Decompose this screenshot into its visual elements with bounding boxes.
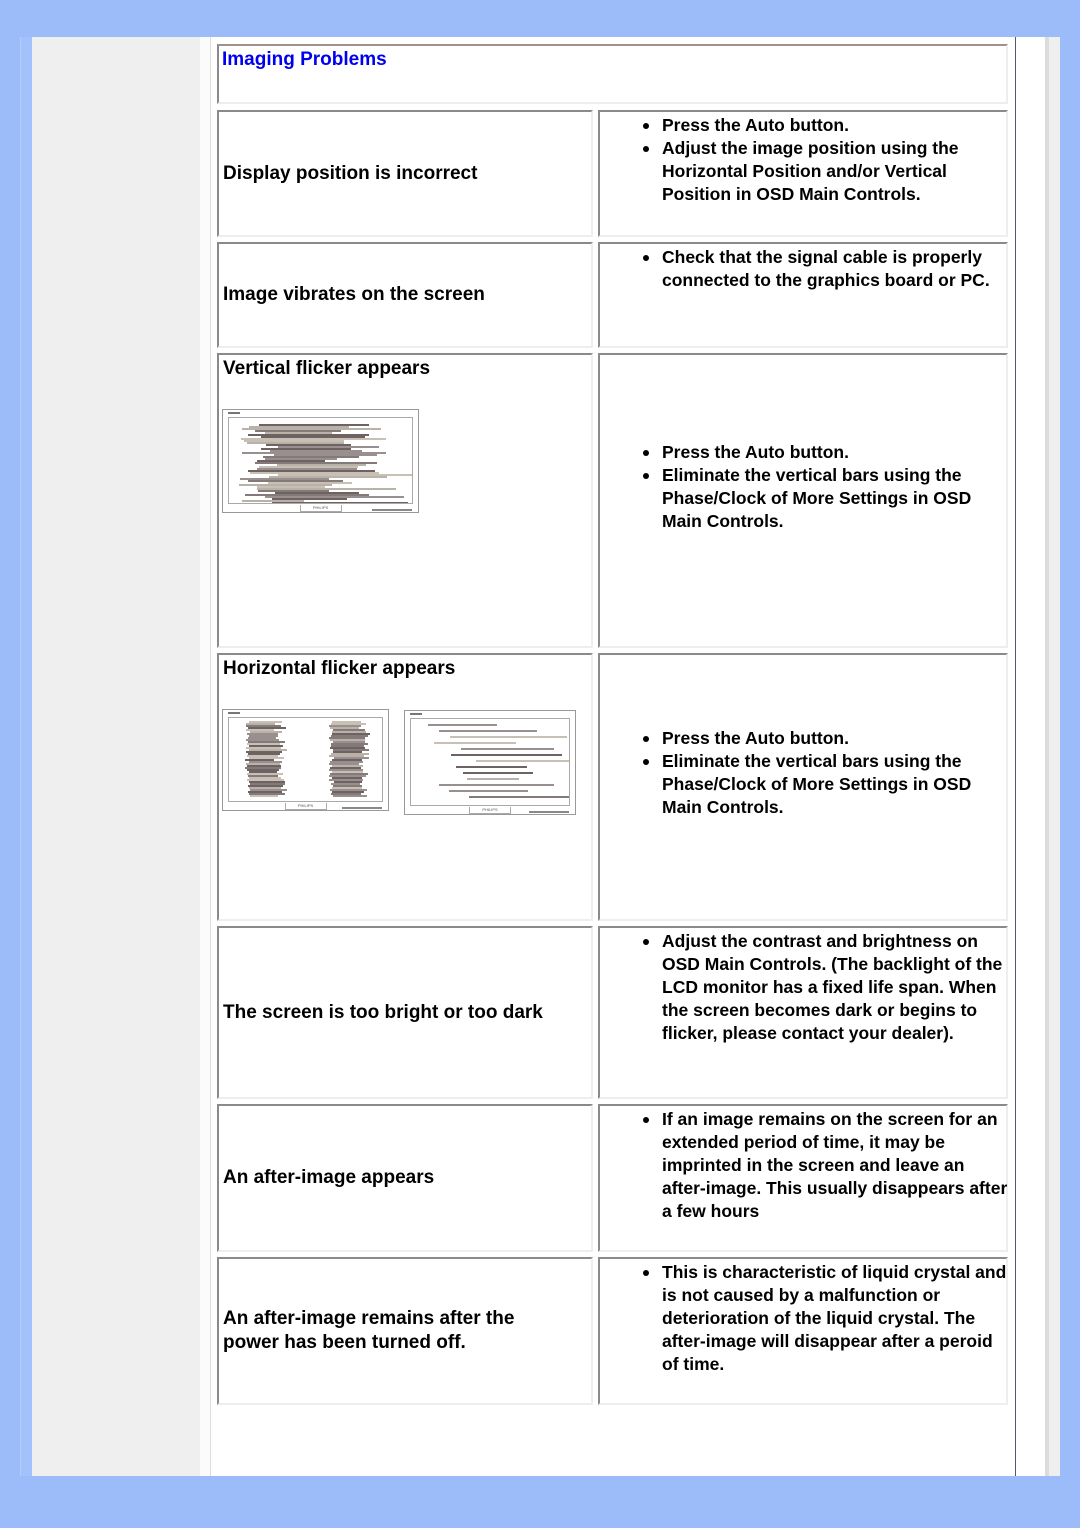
problem-label: Horizontal flicker appears xyxy=(223,658,456,679)
flicker-bar xyxy=(460,748,555,750)
problem-label: Vertical flicker appears xyxy=(223,358,431,379)
problem-cell: An after-image remains after the power h… xyxy=(217,1257,593,1405)
solution-list: Adjust the contrast and brightness on OS… xyxy=(640,930,1012,1045)
flicker-bar xyxy=(449,790,529,792)
problem-label: An after-image remains after the power h… xyxy=(223,1308,515,1353)
solution-item: Press the Auto button. xyxy=(643,441,1012,464)
solution-list: If an image remains on the screen for an… xyxy=(640,1108,1012,1223)
solution-list: Press the Auto button. Eliminate the ver… xyxy=(640,441,1012,533)
solution-cell: Press the Auto button. Eliminate the ver… xyxy=(598,653,1008,921)
monitor-brand: PHILIPS xyxy=(469,807,511,814)
solution-item: Check that the signal cable is properly … xyxy=(643,246,1012,292)
flicker-bar xyxy=(463,772,533,774)
solution-item: Press the Auto button. xyxy=(643,114,1012,137)
solution-list: Press the Auto button. Adjust the image … xyxy=(640,114,1012,206)
solution-list: Press the Auto button. Eliminate the ver… xyxy=(640,727,1012,819)
right-gutter xyxy=(1016,37,1045,1476)
problem-cell: Vertical flicker appears PHILIPS xyxy=(217,353,593,648)
solution-item: This is characteristic of liquid crystal… xyxy=(643,1261,1012,1376)
solution-cell: This is characteristic of liquid crystal… xyxy=(598,1257,1008,1405)
monitor-label xyxy=(410,713,422,715)
problem-cell: Display position is incorrect xyxy=(217,110,593,237)
solution-item: Adjust the contrast and brightness on OS… xyxy=(643,930,1012,1045)
page-title: Imaging Problems xyxy=(222,49,387,70)
solution-item: Eliminate the vertical bars using the Ph… xyxy=(643,750,1012,819)
problem-label: An after-image appears xyxy=(223,1167,435,1188)
flicker-bar xyxy=(333,795,367,797)
solution-item: If an image remains on the screen for an… xyxy=(643,1108,1012,1223)
flicker-bar xyxy=(272,502,409,503)
flicker-bar xyxy=(428,724,497,726)
monitor-screen xyxy=(228,417,413,504)
monitor-controls xyxy=(529,811,569,813)
left-navigation-panel xyxy=(32,37,200,1476)
flicker-bar xyxy=(456,766,527,768)
flicker-bar xyxy=(438,784,554,786)
solution-cell: Adjust the contrast and brightness on OS… xyxy=(598,926,1008,1099)
monitor-brand: PHILIPS xyxy=(299,505,342,512)
monitor-screen xyxy=(228,717,383,802)
flicker-bar xyxy=(475,760,569,762)
left-gutter xyxy=(200,37,211,1476)
monitor-label xyxy=(228,412,240,414)
solution-cell: Press the Auto button. Adjust the image … xyxy=(598,110,1008,237)
monitor-label xyxy=(228,712,240,714)
monitor-horizontal-flicker-illustration-1: PHILIPS xyxy=(222,709,389,811)
solution-cell: Check that the signal cable is properly … xyxy=(598,242,1008,348)
flicker-bar xyxy=(438,730,538,732)
problem-label: Image vibrates on the screen xyxy=(223,284,485,305)
solution-item: Press the Auto button. xyxy=(643,727,1012,750)
monitor-controls xyxy=(372,509,412,511)
flicker-bar xyxy=(466,778,519,780)
problem-cell: An after-image appears xyxy=(217,1104,593,1252)
solution-item: Adjust the image position using the Hori… xyxy=(643,137,1012,206)
flicker-bar xyxy=(469,796,569,798)
solution-list: This is characteristic of liquid crystal… xyxy=(640,1261,1012,1376)
flicker-bar xyxy=(450,736,567,738)
monitor-brand: PHILIPS xyxy=(284,803,327,810)
right-scroll-strip xyxy=(1045,37,1060,1476)
solution-list: Check that the signal cable is properly … xyxy=(640,246,1012,292)
solution-cell: Press the Auto button. Eliminate the ver… xyxy=(598,353,1008,648)
problem-label: The screen is too bright or too dark xyxy=(223,1001,543,1023)
monitor-screen xyxy=(410,718,570,806)
problem-cell: Horizontal flicker appears PHILIPS PHILI… xyxy=(217,653,593,921)
solution-cell: If an image remains on the screen for an… xyxy=(598,1104,1008,1252)
flicker-bar xyxy=(450,754,563,756)
monitor-horizontal-flicker-illustration-2: PHILIPS xyxy=(404,710,576,815)
solution-item: Eliminate the vertical bars using the Ph… xyxy=(643,464,1012,533)
problem-label: Display position is incorrect xyxy=(223,162,478,184)
section-header: Imaging Problems xyxy=(217,44,1008,104)
flicker-bar xyxy=(249,795,278,797)
problem-cell: The screen is too bright or too dark xyxy=(217,926,593,1099)
problem-cell: Image vibrates on the screen xyxy=(217,242,593,348)
monitor-controls xyxy=(342,807,382,809)
flicker-bar xyxy=(433,742,516,744)
monitor-vertical-flicker-illustration: PHILIPS xyxy=(222,409,419,513)
